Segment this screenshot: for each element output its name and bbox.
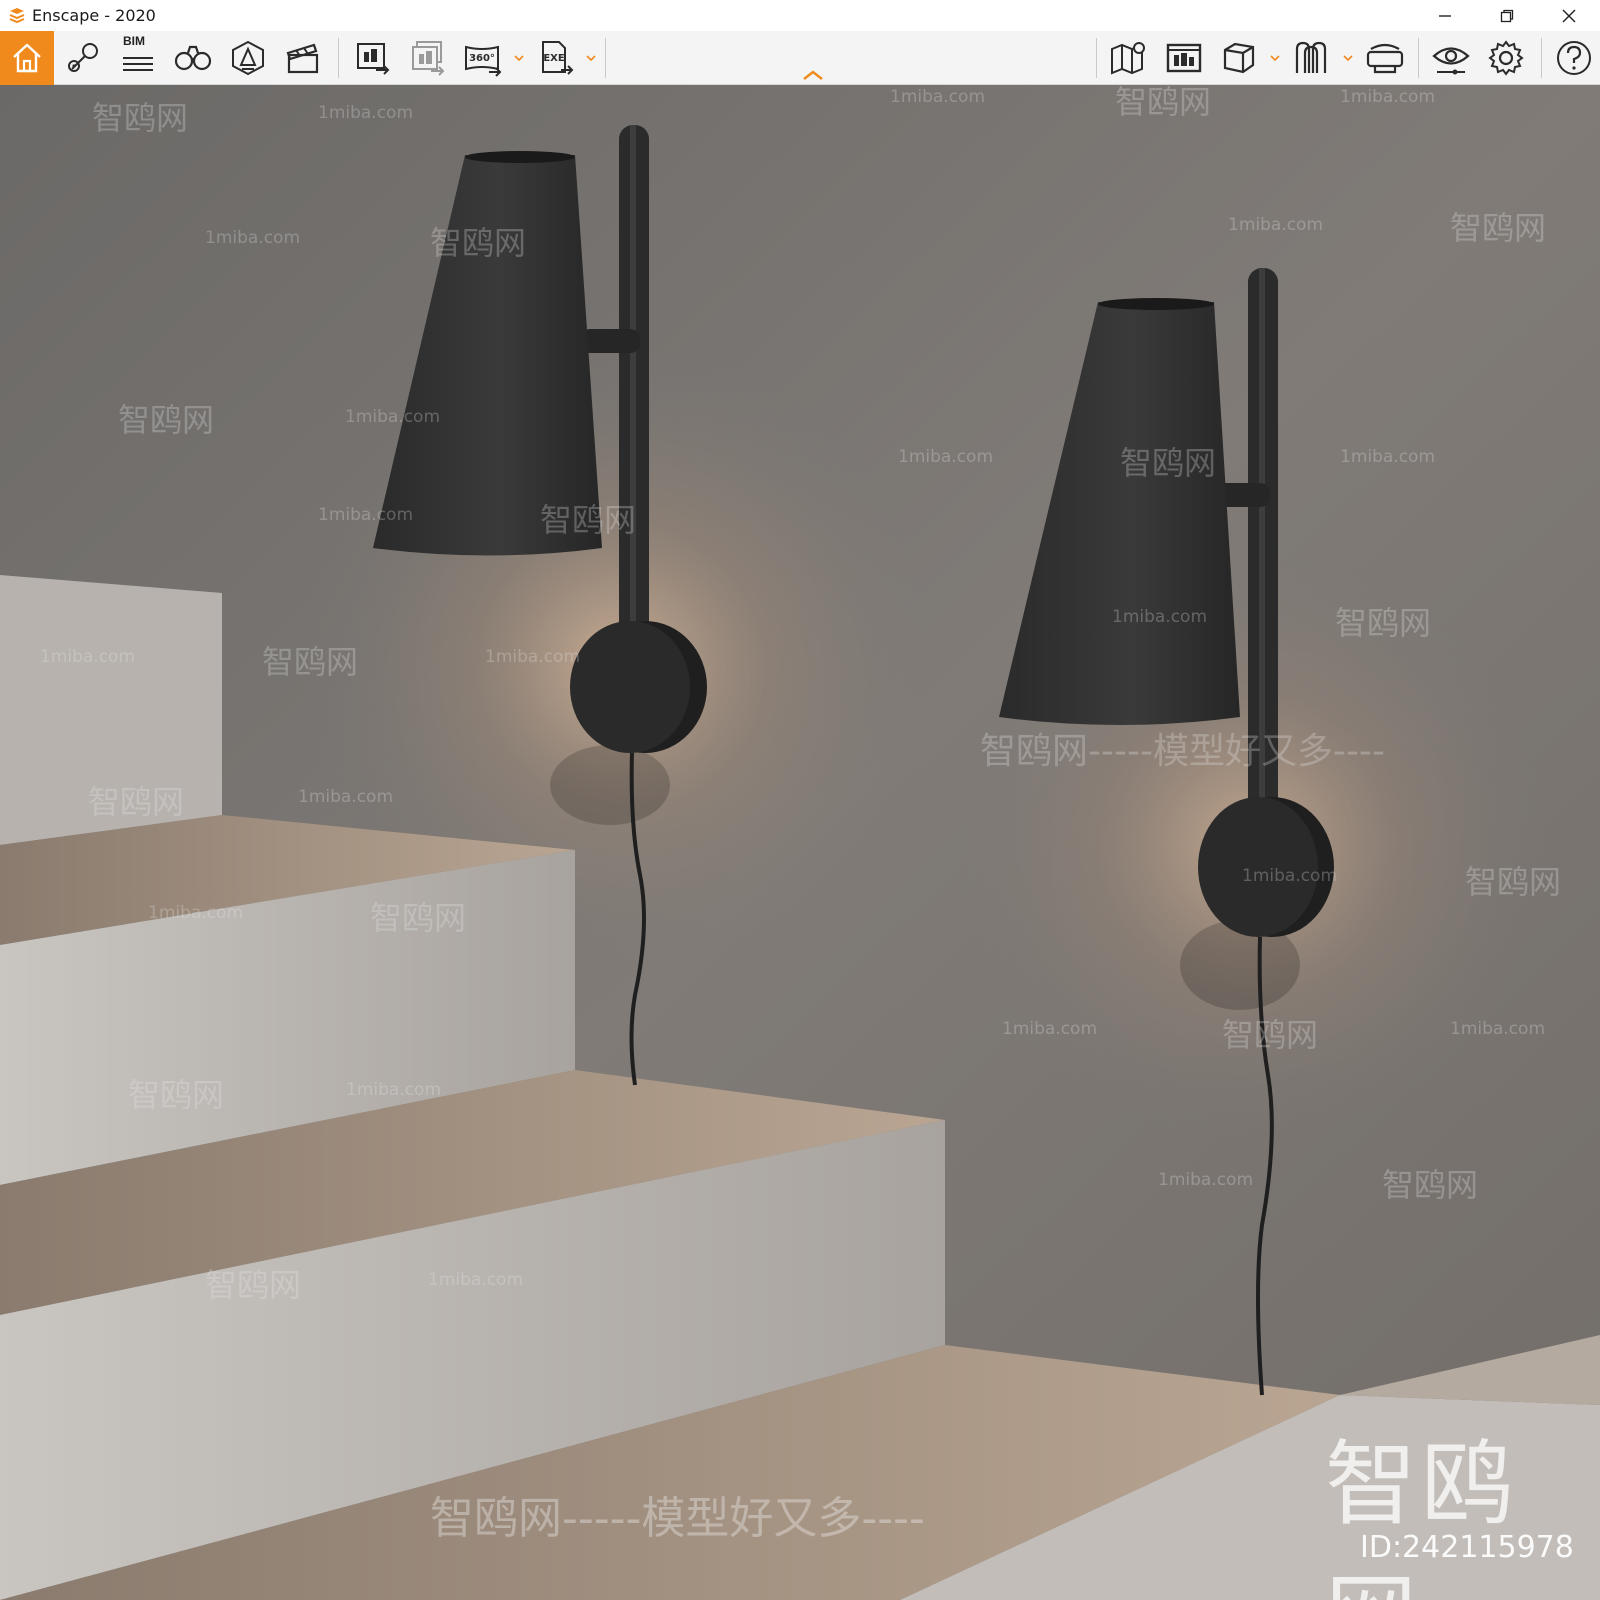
help-icon [1557, 41, 1591, 75]
asset-library-icon [1166, 43, 1202, 73]
map-icon [1111, 42, 1145, 75]
svg-text:EXE: EXE [543, 53, 565, 64]
visibility-icon [1432, 47, 1470, 75]
panorama-360-icon: 360° [465, 45, 502, 77]
toolbar-separator [1096, 38, 1097, 78]
home-button[interactable] [0, 31, 54, 85]
light-view-icon [232, 40, 264, 76]
chevron-down-icon [1343, 55, 1353, 62]
toolbar-separator [1541, 38, 1542, 78]
svg-text:360°: 360° [469, 53, 495, 64]
watermark-slogan-bottom: 智鸥网-----模型好又多---- [430, 1493, 925, 1544]
render-screenshot-icon [357, 43, 390, 75]
light-view-button[interactable] [225, 36, 271, 80]
vr-headset-button[interactable] [1362, 36, 1408, 80]
watermark-big-logo: 智鸥网 [1325, 1431, 1518, 1600]
help-button[interactable] [1551, 36, 1597, 80]
video-clapper-icon [286, 43, 319, 74]
restore-icon [1500, 9, 1514, 22]
close-icon [1562, 9, 1576, 22]
restore-button[interactable] [1476, 0, 1538, 31]
vr-headset-icon [1366, 43, 1404, 74]
toolbar-separator [1418, 38, 1419, 78]
toolbar-separator [338, 38, 339, 78]
chevron-up-icon [803, 70, 823, 80]
object-view-dropdown-button[interactable] [1268, 50, 1282, 66]
visual-settings-button[interactable] [1428, 36, 1474, 80]
map-button[interactable] [1106, 36, 1152, 80]
render-screenshot-button[interactable] [350, 36, 396, 80]
minimize-button[interactable] [1414, 0, 1476, 31]
exe-export-button[interactable]: EXE [533, 36, 579, 80]
panorama-dropdown-button[interactable] [512, 50, 526, 66]
chevron-down-icon [1270, 55, 1280, 62]
material-dropdown-button[interactable] [1341, 50, 1355, 66]
collapse-toolbar-button[interactable] [800, 67, 826, 83]
material-editor-button[interactable] [1289, 36, 1335, 80]
window-controls [1414, 0, 1600, 31]
enscape-logo-icon [6, 5, 28, 27]
watermark-id: ID:242115978 [1360, 1530, 1574, 1565]
views-button[interactable] [60, 36, 106, 80]
exe-export-icon: EXE [542, 41, 574, 75]
title-bar: Enscape - 2020 [0, 0, 1600, 31]
batch-render-icon [412, 41, 445, 76]
rendered-scene-image [0, 85, 1600, 1600]
asset-library-button[interactable] [1161, 36, 1207, 80]
exe-dropdown-button[interactable] [584, 50, 598, 66]
material-icon [1295, 41, 1327, 73]
bim-info-button[interactable]: BIM [115, 34, 161, 80]
chevron-down-icon [514, 55, 524, 62]
toolbar-separator [605, 38, 606, 78]
walk-mode-button[interactable] [170, 36, 216, 80]
render-viewport[interactable]: 智鸥网 1miba.com 1miba.com 智鸥网 1miba.com 1m… [0, 85, 1600, 1600]
settings-icon [1488, 40, 1524, 76]
panorama-button[interactable]: 360° [460, 36, 506, 80]
location-pin-icon [68, 43, 98, 72]
chevron-down-icon [586, 55, 596, 62]
bim-label: BIM [123, 34, 145, 48]
settings-button[interactable] [1483, 36, 1529, 80]
object-view-button[interactable] [1216, 36, 1262, 80]
batch-render-button[interactable] [405, 36, 451, 80]
video-editor-button[interactable] [280, 36, 326, 80]
home-icon [13, 43, 41, 73]
minimize-icon [1439, 14, 1451, 17]
cube-icon [1223, 42, 1255, 74]
enscape-toolbar: BIM 360° EXE [0, 31, 1600, 85]
window-title: Enscape - 2020 [32, 6, 156, 25]
close-button[interactable] [1538, 0, 1600, 31]
binoculars-icon [174, 45, 212, 71]
